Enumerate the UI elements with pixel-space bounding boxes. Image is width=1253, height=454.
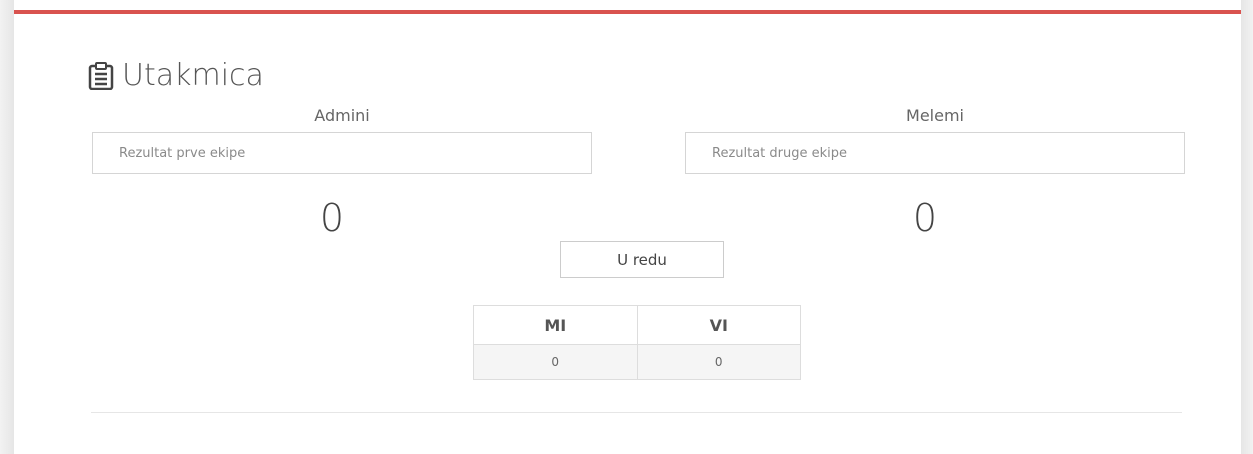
results-header-row: MI VI: [473, 305, 801, 345]
team-name-second: Melemi: [906, 106, 964, 125]
results-table: MI VI 0 0: [473, 305, 801, 380]
results-cell-vi: 0: [636, 344, 801, 380]
page-title: Utakmica: [88, 58, 264, 93]
second-team-score-display: 0: [912, 196, 938, 240]
divider: [91, 412, 1182, 413]
match-card: Utakmica Admini Melemi 0 0 U redu MI VI …: [14, 10, 1241, 454]
confirm-button[interactable]: U redu: [560, 241, 724, 278]
first-team-score-display: 0: [319, 196, 345, 240]
left-gutter: [0, 0, 14, 454]
results-header-vi: VI: [636, 305, 801, 345]
table-row: 0 0: [473, 344, 801, 380]
results-cell-mi: 0: [473, 344, 638, 380]
second-team-score-input[interactable]: [685, 132, 1185, 174]
page-title-text: Utakmica: [122, 58, 264, 93]
first-team-score-input[interactable]: [92, 132, 592, 174]
team-name-first: Admini: [314, 106, 370, 125]
results-header-mi: MI: [473, 305, 638, 345]
clipboard-icon: [88, 61, 114, 90]
right-gutter: [1241, 0, 1253, 454]
